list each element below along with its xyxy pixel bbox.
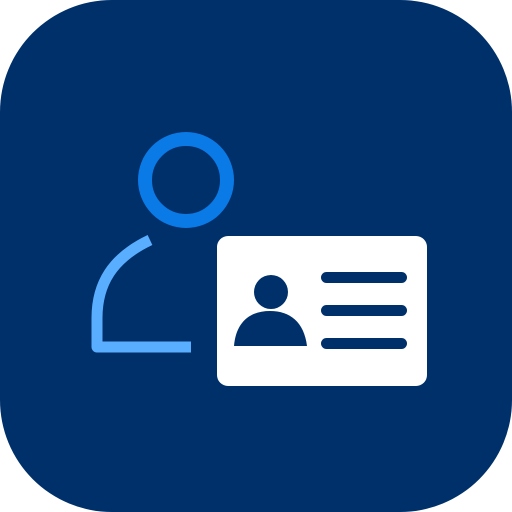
id-card-text-line-1 <box>321 272 407 283</box>
user-id-card-icon <box>0 0 512 512</box>
app-icon[interactable] <box>0 0 512 512</box>
id-card-icon <box>217 236 427 386</box>
id-card-avatar-head <box>254 275 288 309</box>
id-card-text-line-3 <box>321 338 407 349</box>
id-card-text-line-2 <box>321 305 407 316</box>
